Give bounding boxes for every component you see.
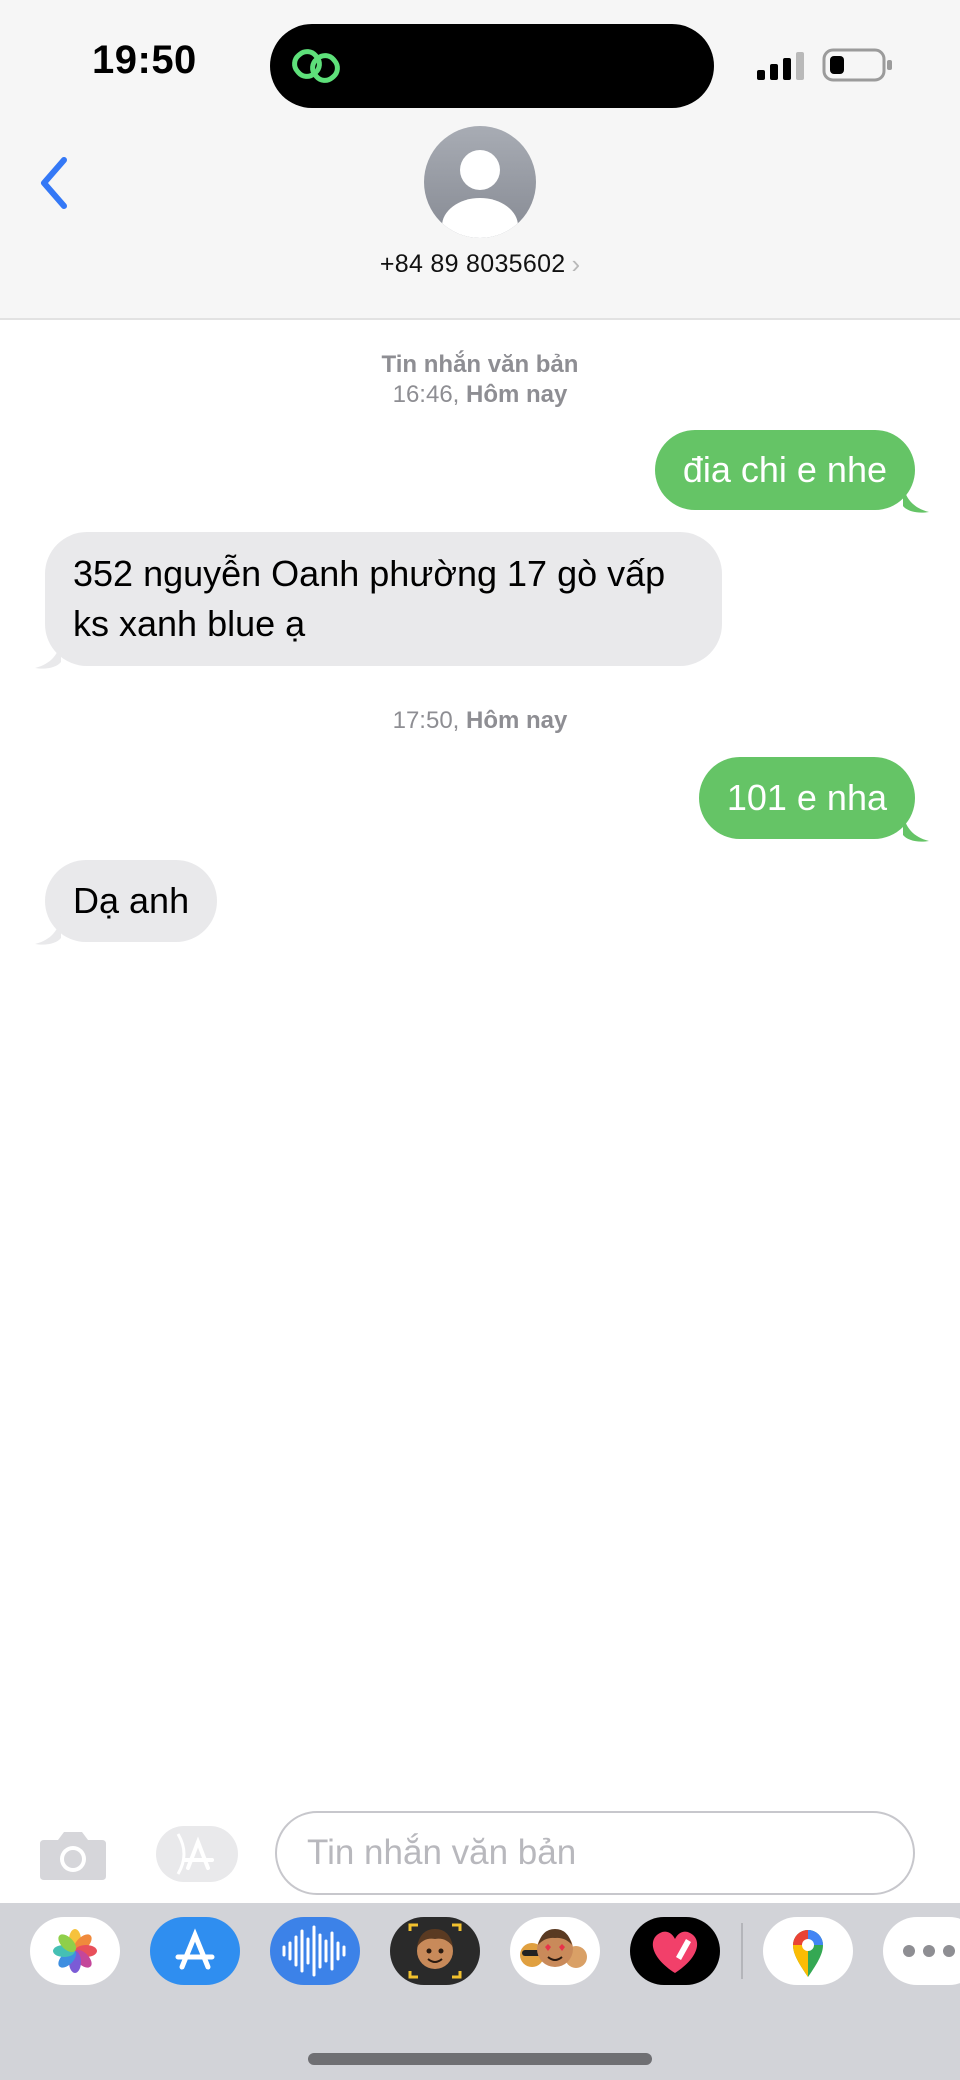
app-store-icon[interactable] <box>150 1917 240 1985</box>
message-text: đia chi e nhe <box>682 449 887 490</box>
timestamp-header: Tin nhắn văn bản 16:46, Hôm nay <box>0 350 960 410</box>
audio-message-icon[interactable] <box>270 1917 360 1985</box>
outgoing-message[interactable]: 101 e nha <box>698 757 915 839</box>
home-indicator[interactable] <box>308 2053 652 2065</box>
memoji-icon[interactable] <box>390 1917 480 1985</box>
message-text-line: 352 nguyễn Oanh phường 17 gò vấp <box>73 553 666 594</box>
more-icon[interactable] <box>883 1917 960 1985</box>
animoji-stickers-icon[interactable] <box>510 1917 600 1985</box>
timestamp-day: Hôm nay <box>466 707 568 734</box>
contact-avatar[interactable] <box>424 126 536 238</box>
battery-icon <box>822 48 892 82</box>
google-maps-icon[interactable] <box>763 1917 853 1985</box>
incoming-message[interactable]: 352 nguyễn Oanh phường 17 gò vấp ks xanh… <box>45 532 722 666</box>
incoming-message[interactable]: Dạ anh <box>45 860 218 942</box>
bubble-tail <box>35 640 61 669</box>
timestamp-label: Tin nhắn văn bản <box>381 351 579 378</box>
app-store-apps-button[interactable] <box>156 1826 238 1882</box>
contact-name-button[interactable]: +84 89 8035602 › <box>300 246 660 282</box>
message-text-line: ks xanh blue ạ <box>73 603 306 644</box>
timestamp-day: Hôm nay <box>466 381 568 408</box>
cellular-signal-icon <box>757 52 804 80</box>
bubble-tail <box>903 484 929 513</box>
contact-number: +84 89 8035602 <box>379 249 566 278</box>
app-drawer <box>0 1903 960 2080</box>
apps-edge-icon <box>176 1833 186 1875</box>
digital-touch-icon[interactable] <box>630 1917 720 1985</box>
bubble-tail <box>35 916 61 945</box>
timestamp-time: 17:50, <box>392 707 460 734</box>
message-input[interactable] <box>275 1811 915 1895</box>
messages-screen: 19:50 +84 89 8035602 › Tin nhắn văn bản … <box>0 0 960 2080</box>
bubble-tail <box>903 813 929 842</box>
status-time: 19:50 <box>92 38 197 82</box>
camera-icon[interactable] <box>38 1826 108 1882</box>
outgoing-message[interactable]: đia chi e nhe <box>654 430 915 510</box>
chevron-right-icon: › <box>571 249 581 279</box>
conversation-header: 19:50 +84 89 8035602 › <box>0 0 960 320</box>
link-activity-icon <box>292 49 340 83</box>
timestamp-header: 17:50, Hôm nay <box>0 706 960 736</box>
message-text: Dạ anh <box>73 880 190 921</box>
photos-icon[interactable] <box>30 1917 120 1985</box>
timestamp-time: 16:46, <box>392 381 460 408</box>
back-chevron-icon[interactable] <box>32 150 82 216</box>
dynamic-island <box>270 24 714 108</box>
message-text: 101 e nha <box>726 777 887 818</box>
drawer-separator <box>741 1923 743 1979</box>
